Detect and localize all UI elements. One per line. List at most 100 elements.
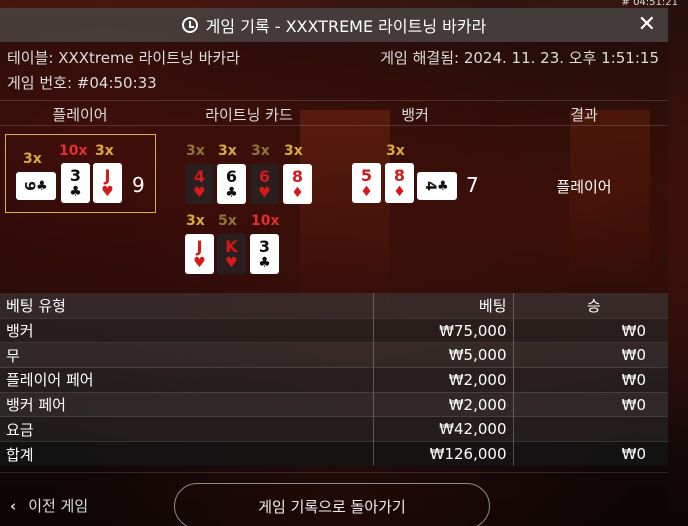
card-rank: 9	[21, 181, 38, 191]
multiplier-label: 3x	[386, 143, 405, 159]
bet-amount-cell: ₩42,000	[373, 416, 514, 442]
lightning-card: 6 ♥	[250, 164, 279, 204]
bet-row: 무 ₩5,000 ₩0	[0, 342, 668, 368]
lightning-card: 8 ♦	[283, 164, 312, 204]
multiplier-label: 3x	[284, 143, 303, 159]
bet-total-row: 합계 ₩126,000 ₩0	[0, 441, 668, 467]
bet-table: 베팅 유형 베팅 승 뱅커 ₩75,000 ₩0 무 ₩5,000 ₩0 플레이어 페어 ₩2,00…	[0, 293, 668, 467]
win-amount-cell: 승	[513, 293, 668, 319]
footer: ‹ 이전 게임 게임 기록으로 돌아가기	[0, 472, 668, 526]
col-lightning: 라이트닝 카드	[205, 106, 293, 124]
multiplier-label: 3x	[186, 213, 205, 229]
scrollbar[interactable]	[668, 0, 688, 526]
player-card: 9 ♣	[16, 172, 56, 200]
bet-type-cell: 베팅 유형	[0, 293, 374, 319]
card-suit-icon: ♣	[437, 178, 449, 194]
previous-game-label: 이전 게임	[28, 497, 89, 515]
win-amount-cell	[513, 416, 668, 442]
card-rank: 5	[360, 165, 373, 185]
card-suit-icon: ♣	[36, 178, 48, 194]
card-rank: K	[225, 236, 238, 256]
col-banker: 뱅커	[401, 106, 429, 124]
history-icon	[181, 17, 198, 33]
multiplier-label: 5x	[218, 213, 237, 229]
win-amount-cell: ₩0	[513, 367, 668, 393]
card-rank: 8	[393, 165, 406, 185]
lightning-card: 6 ♣	[217, 164, 246, 204]
card-suit-icon: ♥	[193, 254, 206, 271]
bet-row: 뱅커 ₩75,000 ₩0	[0, 317, 668, 343]
win-amount-cell: ₩0	[513, 317, 668, 343]
lightning-card: K ♥	[217, 234, 246, 274]
multiplier-label: 3x	[186, 143, 205, 159]
card-rank: 6	[225, 166, 238, 186]
card-rank: 4	[422, 181, 439, 191]
bet-row: 플레이어 페어 ₩2,000 ₩0	[0, 367, 668, 393]
multiplier-label: 3x	[95, 143, 114, 159]
resolved-time: 게임 해결됨: 2024. 11. 23. 오후 1:51:15	[380, 49, 659, 67]
card-suit-icon: ♦	[360, 183, 373, 200]
bet-type-cell: 뱅커 페어	[0, 391, 374, 417]
bet-amount-cell: ₩2,000	[373, 367, 514, 393]
table-name: 테이블: XXXtreme 라이트닝 바카라	[7, 49, 240, 67]
card-rank: 8	[291, 166, 304, 186]
card-suit-icon: ♦	[291, 184, 304, 201]
banker-score: 7	[466, 173, 479, 197]
win-amount-cell: ₩0	[513, 391, 668, 417]
banker-card: 8 ♦	[385, 163, 414, 203]
banker-card: 5 ♦	[352, 163, 381, 203]
multiplier-label: 3x	[23, 151, 42, 167]
player-card: J ♥	[93, 163, 122, 203]
card-suit-icon: ♣	[258, 254, 271, 271]
bet-row: 뱅커 페어 ₩2,000 ₩0	[0, 391, 668, 417]
win-amount-cell: ₩0	[513, 441, 668, 467]
bet-row: 요금 ₩42,000	[0, 416, 668, 442]
card-rank: J	[196, 236, 203, 256]
header-bar: 게임 기록 - XXXTREME 라이트닝 바카라 ✕	[0, 8, 668, 42]
game-number: 게임 번호: #04:50:33	[7, 74, 157, 92]
close-button[interactable]: ✕	[638, 13, 656, 37]
clock: # 04:51:21	[621, 0, 678, 8]
bet-amount-cell: ₩2,000	[373, 391, 514, 417]
bet-amount-cell: 베팅	[373, 293, 514, 319]
bet-type-cell: 무	[0, 342, 374, 368]
card-suit-icon: ♣	[225, 184, 238, 201]
bet-type-cell: 플레이어 페어	[0, 367, 374, 393]
bet-type-cell: 합계	[0, 441, 374, 467]
win-amount-cell: ₩0	[513, 342, 668, 368]
multiplier-label: 3x	[218, 143, 237, 159]
player-card: 3 ♣	[61, 163, 90, 203]
bet-type-cell: 요금	[0, 416, 374, 442]
card-suit-icon: ♥	[258, 184, 271, 201]
card-rank: 3	[258, 236, 271, 256]
back-to-history-button[interactable]: 게임 기록으로 돌아가기	[174, 483, 490, 526]
lightning-card: 4 ♥	[185, 164, 214, 204]
multiplier-label: 10x	[251, 213, 280, 229]
bet-amount-cell: ₩5,000	[373, 342, 514, 368]
game-result: 플레이어	[556, 178, 612, 196]
col-result: 결과	[570, 106, 598, 124]
card-suit-icon: ♥	[225, 254, 238, 271]
card-rank: 6	[258, 166, 271, 186]
card-rank: J	[104, 165, 111, 185]
card-suit-icon: ♦	[393, 183, 406, 200]
bet-table-header: 베팅 유형 베팅 승	[0, 293, 668, 319]
card-suit-icon: ♥	[193, 184, 206, 201]
previous-game-button[interactable]: ‹ 이전 게임	[10, 495, 88, 516]
bet-type-cell: 뱅커	[0, 317, 374, 343]
lightning-card: 3 ♣	[250, 234, 279, 274]
card-suit-icon: ♣	[69, 183, 82, 200]
lightning-card: J ♥	[185, 234, 214, 274]
card-rank: 3	[69, 165, 82, 185]
multiplier-label: 10x	[59, 143, 88, 159]
banker-card: 4 ♣	[417, 172, 457, 200]
chevron-left-icon: ‹	[10, 497, 17, 515]
card-rank: 4	[193, 166, 206, 186]
bet-amount-cell: ₩126,000	[373, 441, 514, 467]
card-suit-icon: ♥	[101, 183, 114, 200]
col-player: 플레이어	[52, 106, 108, 124]
bet-amount-cell: ₩75,000	[373, 317, 514, 343]
page-title: 게임 기록 - XXXTREME 라이트닝 바카라	[205, 17, 487, 36]
column-headers: 플레이어 라이트닝 카드 뱅커 결과	[0, 100, 668, 126]
player-score: 9	[132, 173, 145, 197]
